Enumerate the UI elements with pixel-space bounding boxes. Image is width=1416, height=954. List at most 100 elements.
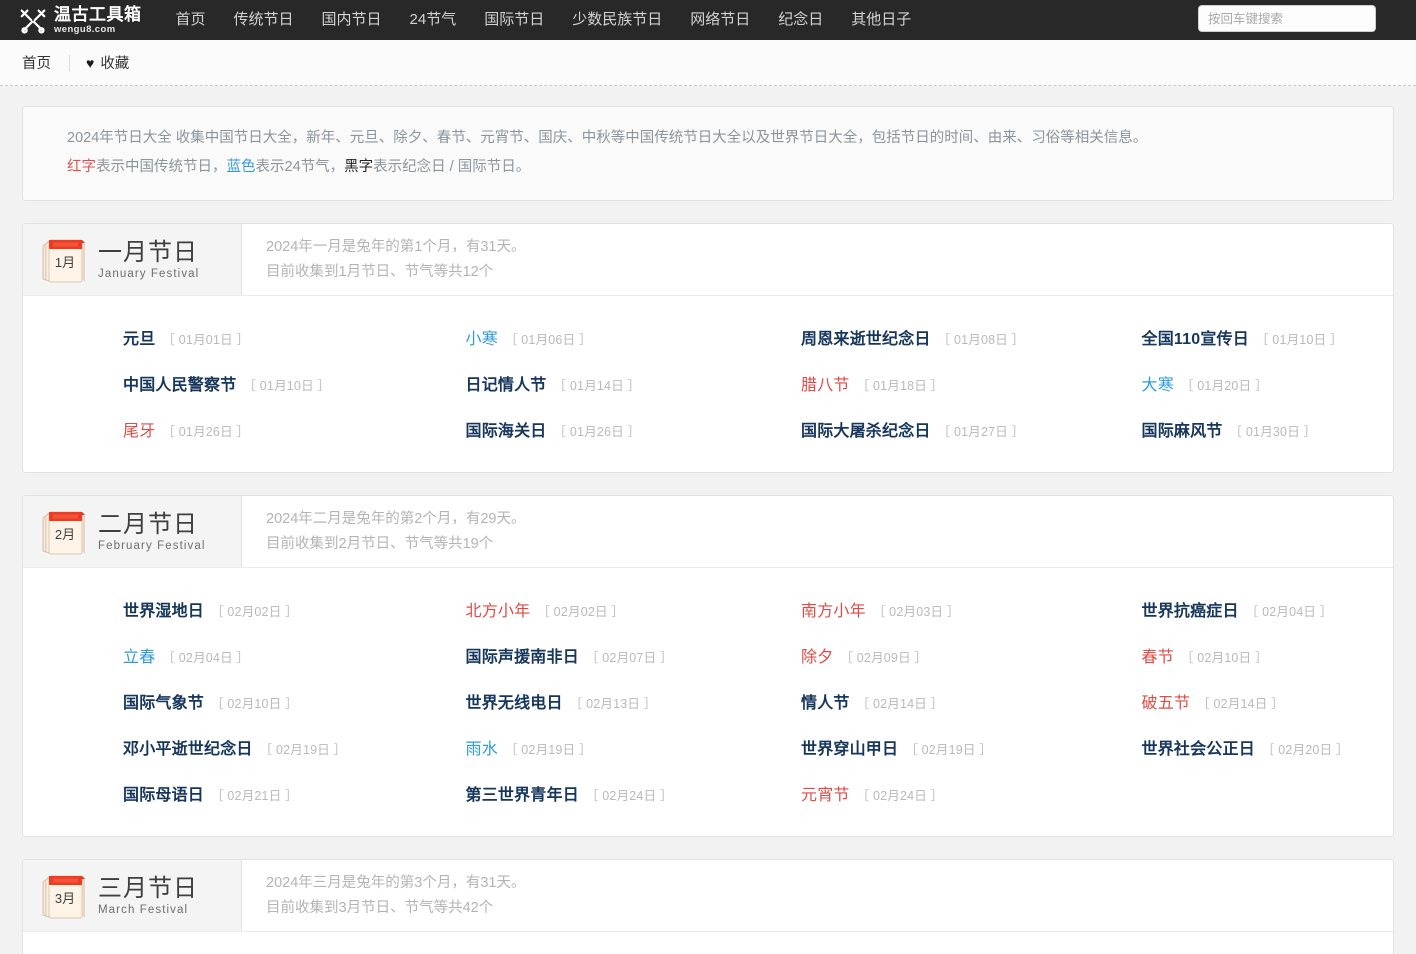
festival-item: 中国人民警察节［ 01月10日 ］ xyxy=(23,360,366,406)
festival-link[interactable]: 第三世界青年日 xyxy=(466,781,579,805)
festival-item: 世界抗癌症日 ［ 02月04日 ］ xyxy=(1051,586,1394,632)
festival-item: 国际声援南非日 ［ 02月07日 ］ xyxy=(366,632,709,678)
festival-link[interactable]: 立春 xyxy=(123,643,155,667)
festival-link[interactable]: 元旦 xyxy=(123,325,155,349)
month-description-line2: 目前收集到3月节日、节气等共42个 xyxy=(266,899,1393,917)
month-summary: 2024年一月是兔年的第1个月，有31天。目前收集到1月节日、节气等共12个 xyxy=(242,224,1393,295)
nav-solar-terms[interactable]: 24节气 xyxy=(396,0,471,40)
festival-item: 全国爱耳日［ 03月03日 ］ xyxy=(708,950,1051,954)
festival-item: 世界野生动植物日［ 03月03日 ］ xyxy=(1051,950,1394,954)
festival-link[interactable]: 国际麻风节 xyxy=(1142,417,1223,441)
festival-item: 国际爱耳日［ 03月03日 ］ xyxy=(366,950,709,954)
svg-text:1月: 1月 xyxy=(55,255,75,270)
page-content: 2024年节日大全 收集中国节日大全，新年、元旦、除夕、春节、元宵节、国庆、中秋… xyxy=(0,86,1416,954)
legend-black-text: 表示纪念日 / 国际节日。 xyxy=(373,159,530,175)
festival-link[interactable]: 元宵节 xyxy=(801,781,850,805)
nav-traditional[interactable]: 传统节日 xyxy=(220,0,308,40)
festival-date: ［ 01月30日 ］ xyxy=(1230,421,1317,440)
festival-link[interactable]: 雨水 xyxy=(466,735,498,759)
festival-date: ［ 01月18日 ］ xyxy=(857,375,944,394)
favorite-link[interactable]: ♥ 收藏 xyxy=(86,52,129,73)
month-title-cn: 三月节日 xyxy=(98,875,198,903)
month-card: 2月二月节日February Festival 2024年二月是兔年的第2个月，有… xyxy=(22,495,1394,837)
nav-ethnic[interactable]: 少数民族节日 xyxy=(558,0,676,40)
festival-item: 破五节［ 02月14日 ］ xyxy=(1051,678,1394,724)
nav-home[interactable]: 首页 xyxy=(162,0,220,40)
festival-date: ［ 02月03日 ］ xyxy=(873,601,960,620)
festival-link[interactable]: 世界抗癌症日 xyxy=(1142,597,1239,621)
festival-item: 全国110宣传日［ 01月10日 ］ xyxy=(1051,314,1394,360)
breadcrumb-home[interactable]: 首页 xyxy=(22,52,69,73)
festival-link[interactable]: 南方小年 xyxy=(801,597,866,621)
festival-item: 国际大屠杀纪念日 ［ 01月27日 ］ xyxy=(708,406,1051,452)
festival-item: 邓小平逝世纪念日 ［ 02月19日 ］ xyxy=(23,724,366,770)
month-title-cn: 一月节日 xyxy=(98,239,199,267)
festival-date: ［ 02月19日 ］ xyxy=(260,739,347,758)
festival-link[interactable]: 世界湿地日 xyxy=(123,597,204,621)
month-description-line1: 2024年二月是兔年的第2个月，有29天。 xyxy=(266,510,1393,528)
festival-link[interactable]: 邓小平逝世纪念日 xyxy=(123,735,253,759)
nav-other[interactable]: 其他日子 xyxy=(837,0,925,40)
nav-internet[interactable]: 网络节日 xyxy=(676,0,764,40)
festival-link[interactable]: 国际海关日 xyxy=(466,417,547,441)
month-header: 3月三月节日March Festival2024年三月是兔年的第3个月，有31天… xyxy=(23,860,1393,932)
nav-memorial[interactable]: 纪念日 xyxy=(764,0,837,40)
festival-link[interactable]: 世界穿山甲日 xyxy=(801,735,898,759)
festival-item: 国际海关日 ［ 01月26日 ］ xyxy=(366,406,709,452)
festival-date: ［ 01月26日 ］ xyxy=(554,421,641,440)
month-title-block: 3月三月节日March Festival xyxy=(23,860,242,931)
festival-item: 周恩来逝世纪念日［ 01月08日 ］ xyxy=(708,314,1051,360)
festival-item: 国际麻风节 ［ 01月30日 ］ xyxy=(1051,406,1394,452)
festival-link[interactable]: 中国人民警察节 xyxy=(123,371,236,395)
festival-link[interactable]: 大寒 xyxy=(1142,371,1174,395)
festival-link[interactable]: 日记情人节 xyxy=(466,371,547,395)
festival-link[interactable]: 国际母语日 xyxy=(123,781,204,805)
breadcrumb-divider xyxy=(69,55,70,71)
festival-date: ［ 02月02日 ］ xyxy=(211,601,298,620)
festival-item: 国际母语日 ［ 02月21日 ］ xyxy=(23,770,366,816)
festival-date: ［ 02月21日 ］ xyxy=(211,785,298,804)
festival-date: ［ 01月20日 ］ xyxy=(1181,375,1268,394)
festival-link[interactable]: 周恩来逝世纪念日 xyxy=(801,325,931,349)
festival-link[interactable]: 春节 xyxy=(1142,643,1174,667)
festival-date: ［ 02月24日 ］ xyxy=(586,785,673,804)
nav-international[interactable]: 国际节日 xyxy=(470,0,558,40)
festival-link[interactable]: 世界社会公正日 xyxy=(1142,735,1255,759)
month-description-line1: 2024年一月是兔年的第1个月，有31天。 xyxy=(266,238,1393,256)
festival-link[interactable]: 国际大屠杀纪念日 xyxy=(801,417,931,441)
festival-link[interactable]: 国际气象节 xyxy=(123,689,204,713)
favorite-label: 收藏 xyxy=(100,52,129,73)
festival-date: ［ 02月19日 ］ xyxy=(905,739,992,758)
festival-date: ［ 01月14日 ］ xyxy=(554,375,641,394)
month-title-block: 2月二月节日February Festival xyxy=(23,496,242,567)
month-header: 2月二月节日February Festival 2024年二月是兔年的第2个月，有… xyxy=(23,496,1393,568)
month-title-en: February Festival xyxy=(98,540,206,552)
nav-domestic[interactable]: 国内节日 xyxy=(308,0,396,40)
festival-link[interactable]: 国际声援南非日 xyxy=(466,643,579,667)
festival-date: ［ 01月06日 ］ xyxy=(505,329,592,348)
festival-date: ［ 02月20日 ］ xyxy=(1262,739,1349,758)
festival-date: ［ 02月04日 ］ xyxy=(1246,601,1333,620)
month-title-block: 1月 一月节日January Festival xyxy=(23,224,242,295)
calendar-icon: 2月 xyxy=(40,506,86,558)
festival-date: ［ 01月01日 ］ xyxy=(162,329,249,348)
festival-link[interactable]: 全国110宣传日 xyxy=(1142,325,1249,349)
festival-date: ［ 02月04日 ］ xyxy=(162,647,249,666)
festival-link[interactable]: 破五节 xyxy=(1142,689,1191,713)
festival-link[interactable]: 小寒 xyxy=(466,325,498,349)
festival-link[interactable]: 世界无线电日 xyxy=(466,689,563,713)
festival-date: ［ 02月19日 ］ xyxy=(505,739,592,758)
festival-link[interactable]: 尾牙 xyxy=(123,417,155,441)
festival-link[interactable]: 北方小年 xyxy=(466,597,531,621)
festival-date: ［ 02月07日 ］ xyxy=(586,647,673,666)
festival-date: ［ 01月27日 ］ xyxy=(938,421,1025,440)
festival-link[interactable]: 情人节 xyxy=(801,689,850,713)
calendar-icon: 3月 xyxy=(40,870,86,922)
month-title-text: 一月节日January Festival xyxy=(98,239,199,281)
color-legend: 红字表示中国传统节日，蓝色表示24节气，黑字表示纪念日 / 国际节日。 xyxy=(67,153,1363,182)
site-logo[interactable]: 温古工具箱 wengu8.com xyxy=(18,5,142,35)
festival-date: ［ 01月26日 ］ xyxy=(162,421,249,440)
festival-link[interactable]: 腊八节 xyxy=(801,371,850,395)
search-input[interactable] xyxy=(1198,5,1376,32)
festival-link[interactable]: 除夕 xyxy=(801,643,833,667)
